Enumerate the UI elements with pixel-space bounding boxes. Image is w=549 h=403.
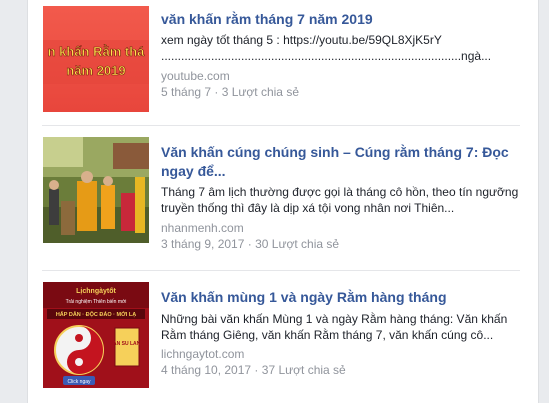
share-count[interactable]: 3 Lượt chia sẻ (222, 85, 299, 99)
result-title[interactable]: Văn khấn cúng chúng sinh – Cúng rằm thán… (161, 143, 521, 181)
thumb-banner: HẤP DẪN · ĐỘC ĐÁO · MỚI LẠ (56, 310, 136, 318)
thumb-text-1: n khấn Rằm thá (48, 44, 146, 59)
result-title[interactable]: văn khấn rằm tháng 7 năm 2019 (161, 10, 521, 29)
result-thumbnail[interactable] (43, 137, 149, 243)
meta-separator: · (211, 85, 222, 99)
share-count[interactable]: 30 Lượt chia sẻ (255, 237, 339, 251)
thumb-text-2: năm 2019 (66, 63, 125, 78)
thumb-badge: VAN SU LANH (110, 341, 144, 347)
result-thumbnail[interactable]: n khấn Rằm thá năm 2019 (43, 6, 149, 112)
result-thumbnail[interactable]: Lịchngàytốt Trải nghiệm Thiên biến mới H… (43, 282, 149, 388)
result-domain: nhanmenh.com (161, 221, 244, 235)
result-meta: 4 tháng 10, 2017 · 37 Lượt chia sẻ (161, 362, 521, 378)
meta-separator: · (244, 237, 256, 251)
description-line: xem ngày tốt tháng 5 : https://youtu.be/… (161, 33, 442, 47)
description-line: ........................................… (161, 49, 492, 63)
thumbnail-image: Lịchngàytốt Trải nghiệm Thiên biến mới H… (43, 282, 149, 388)
result-date[interactable]: 3 tháng 9, 2017 (161, 237, 244, 251)
result-meta: 3 tháng 9, 2017 · 30 Lượt chia sẻ (161, 236, 521, 252)
search-results-panel: n khấn Rằm thá năm 2019 văn khấn rằm thá… (27, 0, 539, 403)
result-title[interactable]: Văn khấn mùng 1 và ngày Rằm hàng tháng (161, 288, 521, 307)
thumb-tagline: Trải nghiệm Thiên biến mới (66, 299, 127, 305)
thumb-logo: Lịchngàytốt (76, 287, 116, 295)
thumb-button: Click ngay (67, 379, 91, 385)
meta-separator: · (251, 363, 262, 377)
result-item[interactable]: n khấn Rằm thá năm 2019 văn khấn rằm thá… (28, 0, 538, 120)
result-description: Tháng 7 âm lịch thường được gọi là tháng… (161, 185, 519, 215)
result-item[interactable]: Lịchngàytốt Trải nghiệm Thiên biến mới H… (28, 271, 538, 403)
result-description: Những bài văn khấn Mùng 1 và ngày Rằm hà… (161, 312, 508, 342)
thumbnail-image: n khấn Rằm thá năm 2019 (43, 6, 149, 112)
result-date[interactable]: 5 tháng 7 (161, 85, 211, 99)
share-count[interactable]: 37 Lượt chia sẻ (262, 363, 346, 377)
result-item[interactable]: Văn khấn cúng chúng sinh – Cúng rằm thán… (28, 126, 538, 266)
thumbnail-image (43, 137, 149, 243)
result-date[interactable]: 4 tháng 10, 2017 (161, 363, 251, 377)
result-domain: lichngaytot.com (161, 347, 245, 361)
result-description: xem ngày tốt tháng 5 : https://youtu.be/… (161, 32, 521, 64)
result-domain: youtube.com (161, 69, 230, 83)
result-meta: 5 tháng 7 · 3 Lượt chia sẻ (161, 84, 521, 100)
